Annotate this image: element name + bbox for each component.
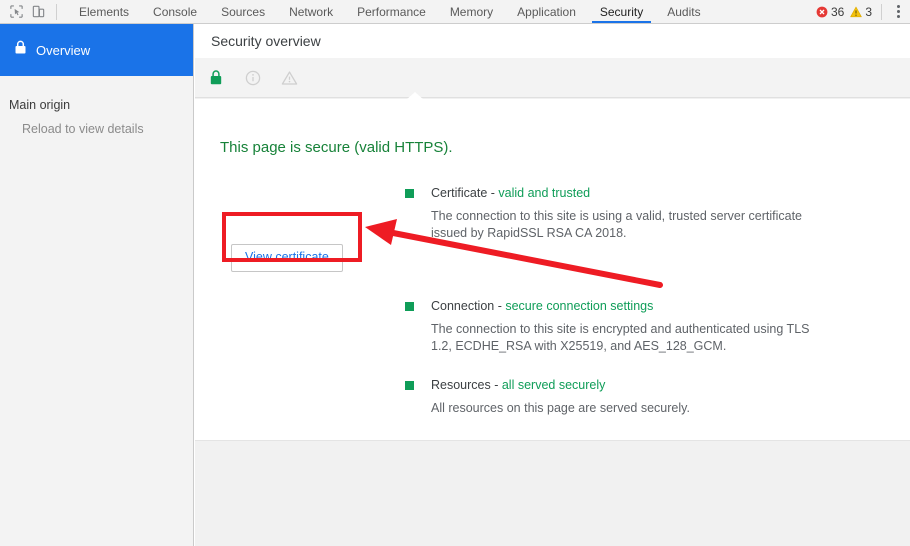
devtools-toolbar: Elements Console Sources Network Perform… <box>0 0 910 24</box>
tab-label: Application <box>517 4 576 19</box>
toolbar-divider-right <box>881 3 882 20</box>
tab-label: Performance <box>357 4 426 19</box>
tab-security[interactable]: Security <box>588 0 655 23</box>
sidebar-item-label: Overview <box>36 42 91 58</box>
devtools-window: Elements Console Sources Network Perform… <box>0 0 910 546</box>
more-vertical-icon[interactable] <box>889 1 907 23</box>
section-resources: Resources - all served securely All reso… <box>393 377 690 417</box>
section-status-link[interactable]: all served securely <box>502 378 606 392</box>
error-icon <box>816 6 828 18</box>
warning-count: 3 <box>865 4 872 19</box>
tab-sources[interactable]: Sources <box>209 0 277 23</box>
error-count-badge[interactable]: 36 <box>816 5 844 19</box>
sidebar-reload-note: Reload to view details <box>22 122 144 136</box>
tab-label: Memory <box>449 4 494 19</box>
tab-console[interactable]: Console <box>141 0 209 23</box>
warning-triangle-icon[interactable] <box>281 65 311 91</box>
security-sidebar: Overview Main origin Reload to view deta… <box>0 24 194 546</box>
tab-application[interactable]: Application <box>505 0 588 23</box>
tab-audits[interactable]: Audits <box>655 0 712 23</box>
panel-title: Security overview <box>195 24 910 58</box>
tab-label: Console <box>153 4 198 19</box>
section-certificate: Certificate - valid and trusted The conn… <box>393 185 831 242</box>
status-bullet <box>405 302 414 311</box>
section-status-link[interactable]: valid and trusted <box>498 186 590 200</box>
tab-label: Network <box>289 4 334 19</box>
tab-label: Sources <box>221 4 266 19</box>
tab-label: Security <box>599 4 644 19</box>
security-explanation-card: This page is secure (valid HTTPS). Certi… <box>195 99 910 441</box>
toolbar-status-group: 36 3 <box>816 0 910 23</box>
lock-icon <box>14 40 27 60</box>
section-title: Resources - <box>431 378 502 392</box>
status-bullet <box>405 189 414 198</box>
warning-count-badge[interactable]: 3 <box>850 5 872 19</box>
warning-icon <box>850 6 863 18</box>
tab-elements[interactable]: Elements <box>67 0 141 23</box>
toolbar-divider <box>56 3 57 20</box>
error-count: 36 <box>830 4 845 19</box>
section-heading: Resources - all served securely <box>431 377 690 393</box>
view-certificate-button[interactable]: View certificate <box>231 244 343 272</box>
devtools-tab-bar: Elements Console Sources Network Perform… <box>67 0 713 23</box>
tab-network[interactable]: Network <box>277 0 345 23</box>
tab-label: Audits <box>667 4 701 19</box>
sidebar-item-overview[interactable]: Overview <box>0 24 193 76</box>
toolbar-icon-group <box>0 0 62 23</box>
section-body: All resources on this page are served se… <box>431 401 690 415</box>
section-body: The connection to this site is using a v… <box>431 209 803 240</box>
section-heading: Certificate - valid and trusted <box>431 185 831 201</box>
lock-icon[interactable] <box>209 65 239 91</box>
tab-performance[interactable]: Performance <box>345 0 438 23</box>
tab-memory[interactable]: Memory <box>438 0 505 23</box>
section-body: The connection to this site is encrypted… <box>431 322 810 353</box>
summary-pointer-notch <box>406 92 424 100</box>
info-circle-icon[interactable] <box>245 65 275 91</box>
section-heading: Connection - secure connection settings <box>431 298 831 314</box>
section-connection: Connection - secure connection settings … <box>393 298 831 355</box>
section-title: Certificate - <box>431 186 499 200</box>
status-bullet <box>405 381 414 390</box>
sidebar-group-main-origin: Main origin <box>9 98 71 112</box>
device-toolbar-icon[interactable] <box>27 1 49 23</box>
section-status-link[interactable]: secure connection settings <box>505 299 653 313</box>
security-main-panel: Security overview This page is secure (v… <box>195 24 910 546</box>
security-headline: This page is secure (valid HTTPS). <box>220 139 453 156</box>
inspect-element-icon[interactable] <box>5 1 27 23</box>
tab-label: Elements <box>79 4 130 19</box>
section-title: Connection - <box>431 299 506 313</box>
security-summary-strip <box>195 58 910 98</box>
